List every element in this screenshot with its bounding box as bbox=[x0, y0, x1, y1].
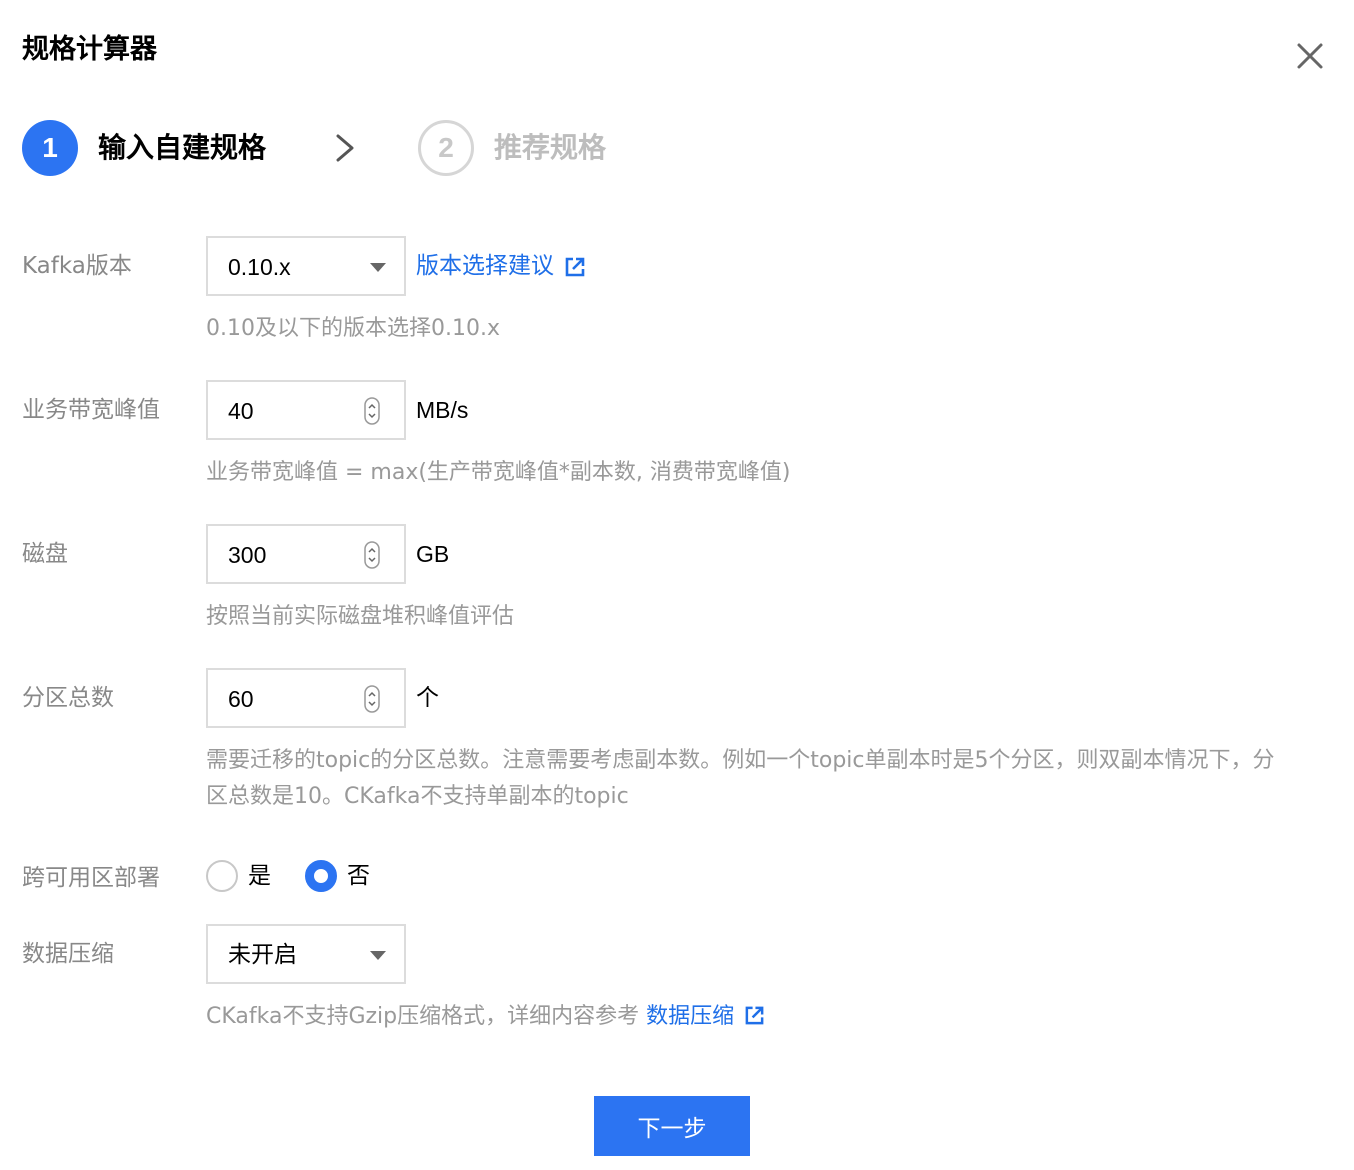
kafka-version-value: 0.10.x bbox=[228, 254, 291, 280]
cross-az-label: 跨可用区部署 bbox=[22, 865, 160, 891]
version-advice-link-text: 版本选择建议 bbox=[416, 253, 554, 279]
step-indicator: 1 输入自建规格 2 推荐规格 bbox=[22, 120, 722, 176]
close-icon bbox=[1297, 43, 1323, 69]
bandwidth-label: 业务带宽峰值 bbox=[22, 397, 160, 423]
step-1-label: 输入自建规格 bbox=[98, 131, 267, 164]
caret-down-icon bbox=[370, 951, 386, 960]
cross-az-no-radio[interactable]: 否 bbox=[305, 859, 370, 893]
kafka-version-label: Kafka版本 bbox=[22, 253, 132, 279]
bandwidth-help: 业务带宽峰值 = max(生产带宽峰值*副本数, 消费带宽峰值) bbox=[206, 460, 791, 485]
version-advice-link[interactable]: 版本选择建议 bbox=[416, 249, 586, 283]
disk-value: 300 bbox=[228, 542, 267, 568]
compression-label: 数据压缩 bbox=[22, 941, 114, 967]
cross-az-yes-label: 是 bbox=[248, 863, 271, 889]
radio-unchecked-icon bbox=[206, 860, 238, 892]
partitions-help: 需要迁移的topic的分区总数。注意需要考虑副本数。例如一个topic单副本时是… bbox=[206, 748, 1275, 809]
dialog-title: 规格计算器 bbox=[22, 34, 157, 65]
chevron-right-icon bbox=[336, 134, 354, 162]
kafka-version-select[interactable]: 0.10.x bbox=[206, 236, 406, 296]
stepper-icon[interactable] bbox=[364, 685, 380, 713]
step-1-number: 1 bbox=[22, 120, 78, 176]
partitions-label: 分区总数 bbox=[22, 685, 114, 711]
compression-doc-link[interactable]: 数据压缩 bbox=[646, 1004, 734, 1029]
bandwidth-input[interactable]: 40 bbox=[206, 380, 406, 440]
disk-help: 按照当前实际磁盘堆积峰值评估 bbox=[206, 604, 515, 629]
kafka-version-help: 0.10及以下的版本选择0.10.x bbox=[206, 316, 500, 341]
stepper-icon[interactable] bbox=[364, 397, 380, 425]
partitions-unit: 个 bbox=[416, 685, 439, 711]
bandwidth-value: 40 bbox=[228, 398, 254, 424]
compression-value: 未开启 bbox=[228, 942, 297, 968]
step-2-number: 2 bbox=[418, 120, 474, 176]
caret-down-icon bbox=[370, 263, 386, 272]
external-link-icon bbox=[565, 257, 585, 276]
disk-unit: GB bbox=[416, 541, 450, 567]
bandwidth-unit: MB/s bbox=[416, 397, 469, 423]
next-step-button[interactable]: 下一步 bbox=[594, 1096, 750, 1156]
compression-select[interactable]: 未开启 bbox=[206, 924, 406, 984]
close-button[interactable] bbox=[1290, 36, 1330, 76]
external-link-icon[interactable] bbox=[744, 1005, 765, 1026]
partitions-input[interactable]: 60 bbox=[206, 668, 406, 728]
step-2-label: 推荐规格 bbox=[494, 131, 607, 164]
compression-help-text: CKafka不支持Gzip压缩格式，详细内容参考 bbox=[206, 1004, 647, 1029]
disk-input[interactable]: 300 bbox=[206, 524, 406, 584]
stepper-icon[interactable] bbox=[364, 541, 380, 569]
disk-label: 磁盘 bbox=[22, 541, 68, 567]
partitions-value: 60 bbox=[228, 686, 254, 712]
radio-checked-icon bbox=[305, 860, 337, 892]
compression-help: CKafka不支持Gzip压缩格式，详细内容参考 数据压缩 bbox=[206, 999, 1286, 1035]
cross-az-no-label: 否 bbox=[347, 863, 370, 889]
cross-az-yes-radio[interactable]: 是 bbox=[206, 859, 271, 893]
